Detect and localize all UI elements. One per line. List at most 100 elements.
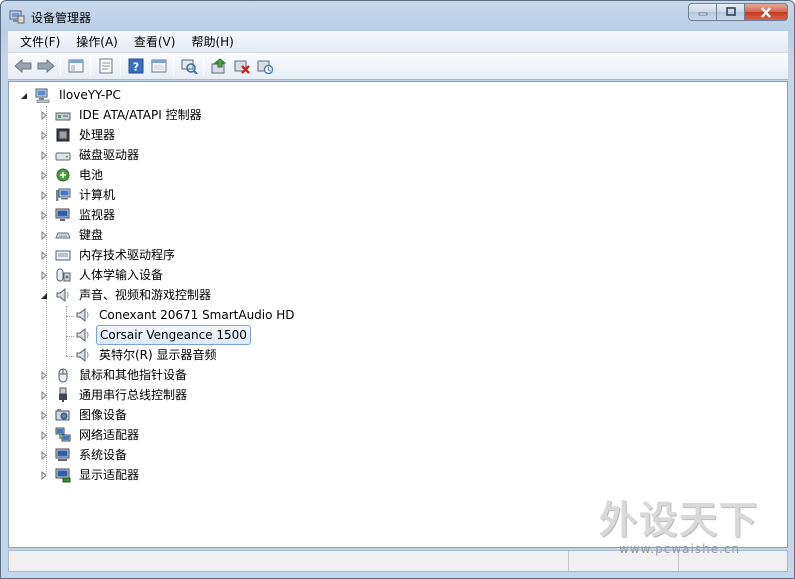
help-icon: ? — [128, 58, 143, 74]
collapsed-arrow-icon[interactable] — [39, 451, 48, 460]
show-hide-tree-button[interactable] — [64, 55, 87, 77]
collapsed-arrow-icon[interactable] — [39, 411, 48, 420]
tree-category-memory[interactable]: 内存技术驱动程序 — [37, 245, 178, 265]
tree-category-usb[interactable]: 通用串行总线控制器 — [37, 385, 190, 405]
tree-category-system[interactable]: 系统设备 — [37, 445, 130, 465]
maximize-icon — [725, 7, 736, 16]
tree-category-display-adapter[interactable]: 显示适配器 — [37, 465, 142, 485]
tree-device-intel-audio[interactable]: 英特尔(R) 显示器音频 — [75, 345, 220, 365]
menu-help[interactable]: 帮助(H) — [183, 31, 241, 52]
collapsed-arrow-icon[interactable] — [39, 271, 48, 280]
camera-icon — [55, 409, 70, 421]
memory-icon — [55, 250, 71, 261]
tree-category-battery[interactable]: 电池 — [37, 165, 106, 185]
scan-hardware-button[interactable] — [177, 55, 200, 77]
tree-device-label-selected: Corsair Vengeance 1500 — [96, 325, 251, 345]
maximize-button[interactable] — [716, 3, 744, 21]
properties-button[interactable] — [94, 55, 117, 77]
expanded-arrow-icon[interactable] — [19, 91, 28, 100]
watermark: 外设天下 www.pcwaishe.cn — [599, 489, 759, 559]
tree-line — [66, 306, 67, 356]
disable-button[interactable] — [253, 55, 276, 77]
update-driver-icon — [211, 58, 226, 74]
toolbar-separator — [120, 57, 121, 75]
tree-category-label: 声音、视频和游戏控制器 — [79, 288, 212, 302]
hid-icon — [56, 268, 71, 282]
tree-category-label: IDE ATA/ATAPI 控制器 — [79, 108, 202, 122]
collapsed-arrow-icon[interactable] — [39, 211, 48, 220]
tree-root[interactable]: IloveYY-PC — [17, 85, 124, 105]
collapsed-arrow-icon[interactable] — [39, 151, 48, 160]
display-adapter-icon — [55, 468, 71, 483]
collapsed-arrow-icon[interactable] — [39, 251, 48, 260]
tree-category-network[interactable]: 网络适配器 — [37, 425, 142, 445]
collapsed-arrow-icon[interactable] — [39, 231, 48, 240]
tree-category-hid[interactable]: 人体学输入设备 — [37, 265, 166, 285]
tree-category-disk-drive[interactable]: 磁盘驱动器 — [37, 145, 142, 165]
device-tree[interactable]: IloveYY-PC IDE ATA/ATAPI 控制器 处理器 磁盘驱动器 电… — [8, 81, 788, 548]
disk-drive-icon — [55, 152, 71, 161]
collapsed-arrow-icon[interactable] — [39, 131, 48, 140]
tree-category-label: 系统设备 — [79, 448, 128, 462]
menu-view[interactable]: 查看(V) — [126, 31, 184, 52]
minimize-button[interactable] — [688, 3, 716, 21]
collapsed-arrow-icon[interactable] — [39, 391, 48, 400]
close-button[interactable] — [744, 3, 788, 21]
forward-icon — [37, 59, 55, 73]
tree-category-label: 图像设备 — [79, 408, 128, 422]
disable-icon — [257, 60, 273, 74]
tree-category-imaging[interactable]: 图像设备 — [37, 405, 130, 425]
tree-category-label: 显示适配器 — [79, 468, 140, 482]
tree-category-computer[interactable]: 计算机 — [37, 185, 118, 205]
tree-line — [66, 356, 74, 357]
mouse-icon — [58, 368, 68, 383]
tree-category-label: 人体学输入设备 — [79, 268, 164, 282]
collapsed-arrow-icon[interactable] — [39, 111, 48, 120]
watermark-logo-text: 外设天下 — [599, 498, 760, 542]
close-icon — [761, 6, 771, 18]
tree-category-processor[interactable]: 处理器 — [37, 125, 118, 145]
collapsed-arrow-icon[interactable] — [39, 431, 48, 440]
menu-action[interactable]: 操作(A) — [68, 31, 126, 52]
tree-category-label: 通用串行总线控制器 — [79, 388, 188, 402]
tree-line — [66, 316, 74, 317]
toolbar-separator — [203, 57, 204, 75]
tree-device-corsair[interactable]: Corsair Vengeance 1500 — [75, 325, 251, 345]
network-icon — [55, 427, 71, 442]
tree-category-monitor[interactable]: 监视器 — [37, 205, 118, 225]
help-button[interactable]: ? — [124, 55, 147, 77]
status-cell — [9, 551, 569, 571]
properties-icon — [99, 58, 112, 74]
uninstall-button[interactable] — [230, 55, 253, 77]
device-manager-window: 设备管理器 文件(F) 操作(A) 查看(V) 帮助(H) ? IloveYY-… — [0, 0, 795, 579]
processor-icon — [56, 128, 70, 142]
tree-root-label: IloveYY-PC — [59, 88, 121, 102]
system-icon — [55, 448, 70, 461]
menu-file[interactable]: 文件(F) — [12, 31, 68, 52]
tree-device-conexant[interactable]: Conexant 20671 SmartAudio HD — [75, 305, 298, 325]
collapsed-arrow-icon[interactable] — [39, 171, 48, 180]
tree-category-keyboard[interactable]: 键盘 — [37, 225, 106, 245]
back-button[interactable] — [11, 55, 34, 77]
monitor-icon — [55, 208, 70, 221]
computer-icon — [35, 88, 50, 103]
watermark-url: www.pcwaishe.cn — [619, 542, 741, 556]
collapsed-arrow-icon[interactable] — [39, 371, 48, 380]
usb-icon — [59, 387, 67, 402]
view-button[interactable] — [147, 55, 170, 77]
toolbar-separator — [173, 57, 174, 75]
collapsed-arrow-icon[interactable] — [39, 471, 48, 480]
window-title: 设备管理器 — [31, 11, 92, 25]
tree-category-ide[interactable]: IDE ATA/ATAPI 控制器 — [37, 105, 205, 125]
menu-bar: 文件(F) 操作(A) 查看(V) 帮助(H) — [8, 31, 788, 53]
title-bar[interactable]: 设备管理器 — [1, 1, 794, 31]
tree-category-mouse[interactable]: 鼠标和其他指针设备 — [37, 365, 190, 385]
tree-category-sound[interactable]: 声音、视频和游戏控制器 — [37, 285, 214, 305]
collapsed-arrow-icon[interactable] — [39, 191, 48, 200]
expanded-arrow-icon[interactable] — [39, 291, 48, 300]
update-driver-button[interactable] — [207, 55, 230, 77]
forward-button[interactable] — [34, 55, 57, 77]
device-manager-icon — [9, 10, 25, 24]
speaker-icon — [76, 347, 89, 363]
battery-icon — [56, 168, 70, 182]
